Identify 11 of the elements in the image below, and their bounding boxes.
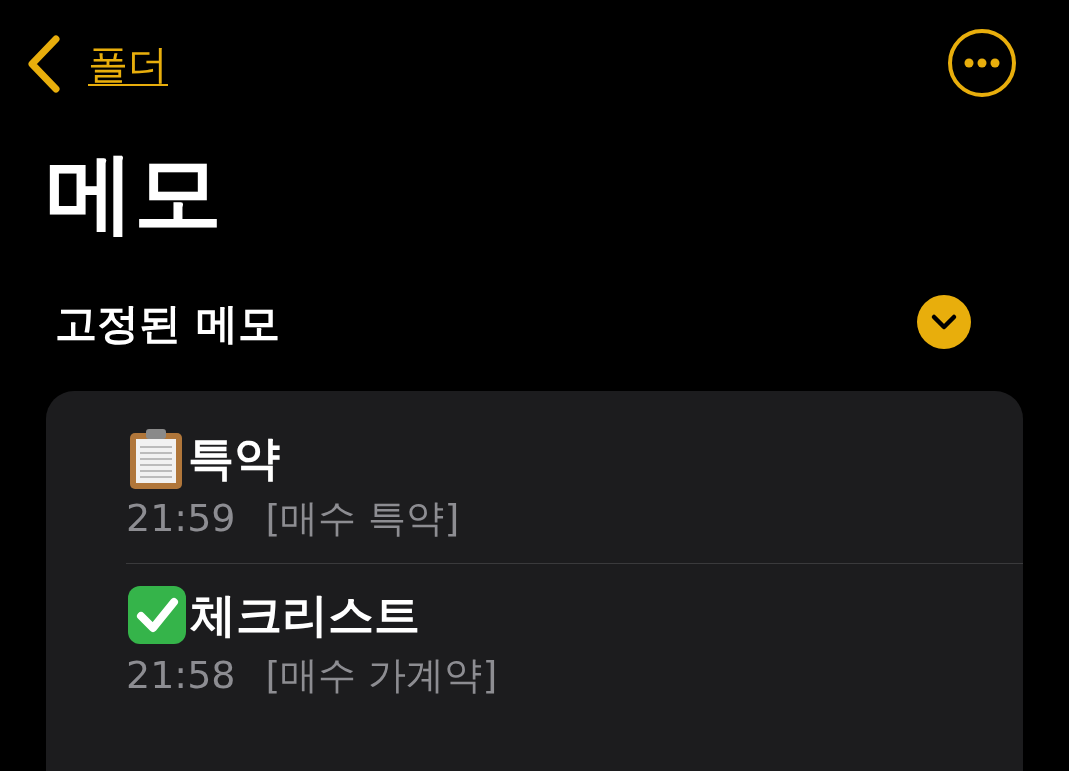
page-title: 메모 (46, 140, 223, 246)
back-button[interactable]: 폴더 (26, 35, 168, 93)
note-preview: [매수 특약] (265, 495, 460, 542)
note-time: 21:58 (126, 652, 236, 699)
note-title[interactable]: 특약 (188, 427, 280, 489)
note-preview: [매수 가계약] (265, 652, 498, 699)
section-title: 고정된 메모 (55, 297, 280, 350)
chevron-left-icon (26, 35, 62, 93)
note-title[interactable]: 체크리스트 (190, 584, 420, 646)
note-time: 21:59 (126, 495, 236, 542)
check-icon (126, 584, 188, 646)
